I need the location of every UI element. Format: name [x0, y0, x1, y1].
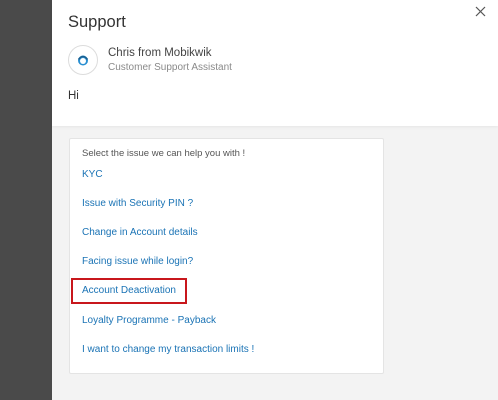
- page-title: Support: [68, 13, 126, 31]
- agent-avatar-icon: [77, 55, 89, 66]
- issue-option-login[interactable]: Facing issue while login?: [82, 256, 193, 267]
- support-header: Support Chris from Mobikwik Customer Sup…: [52, 0, 498, 126]
- close-button[interactable]: [472, 3, 488, 19]
- issue-option-account-deactivation[interactable]: Account Deactivation: [82, 285, 176, 296]
- issue-option-account-details[interactable]: Change in Account details: [82, 227, 198, 238]
- issue-prompt: Select the issue we can help you with !: [82, 148, 246, 159]
- issue-option-loyalty-payback[interactable]: Loyalty Programme - Payback: [82, 315, 216, 326]
- agent-role: Customer Support Assistant: [108, 61, 232, 73]
- avatar: [68, 45, 98, 75]
- support-panel: Support Chris from Mobikwik Customer Sup…: [52, 0, 498, 400]
- issue-option-kyc[interactable]: KYC: [82, 169, 103, 180]
- background-overlay[interactable]: [0, 0, 52, 400]
- agent-text: Chris from Mobikwik Customer Support Ass…: [108, 46, 232, 75]
- close-icon: [475, 6, 485, 16]
- agent-name: Chris from Mobikwik: [108, 46, 212, 59]
- agent-info: Chris from Mobikwik Customer Support Ass…: [68, 45, 232, 75]
- screen: Support Chris from Mobikwik Customer Sup…: [0, 0, 498, 400]
- issue-option-transaction-limits[interactable]: I want to change my transaction limits !: [82, 344, 254, 355]
- issue-options-card: Select the issue we can help you with ! …: [69, 138, 384, 374]
- greeting-message: Hi: [68, 90, 79, 102]
- issue-option-security-pin[interactable]: Issue with Security PIN ?: [82, 198, 193, 209]
